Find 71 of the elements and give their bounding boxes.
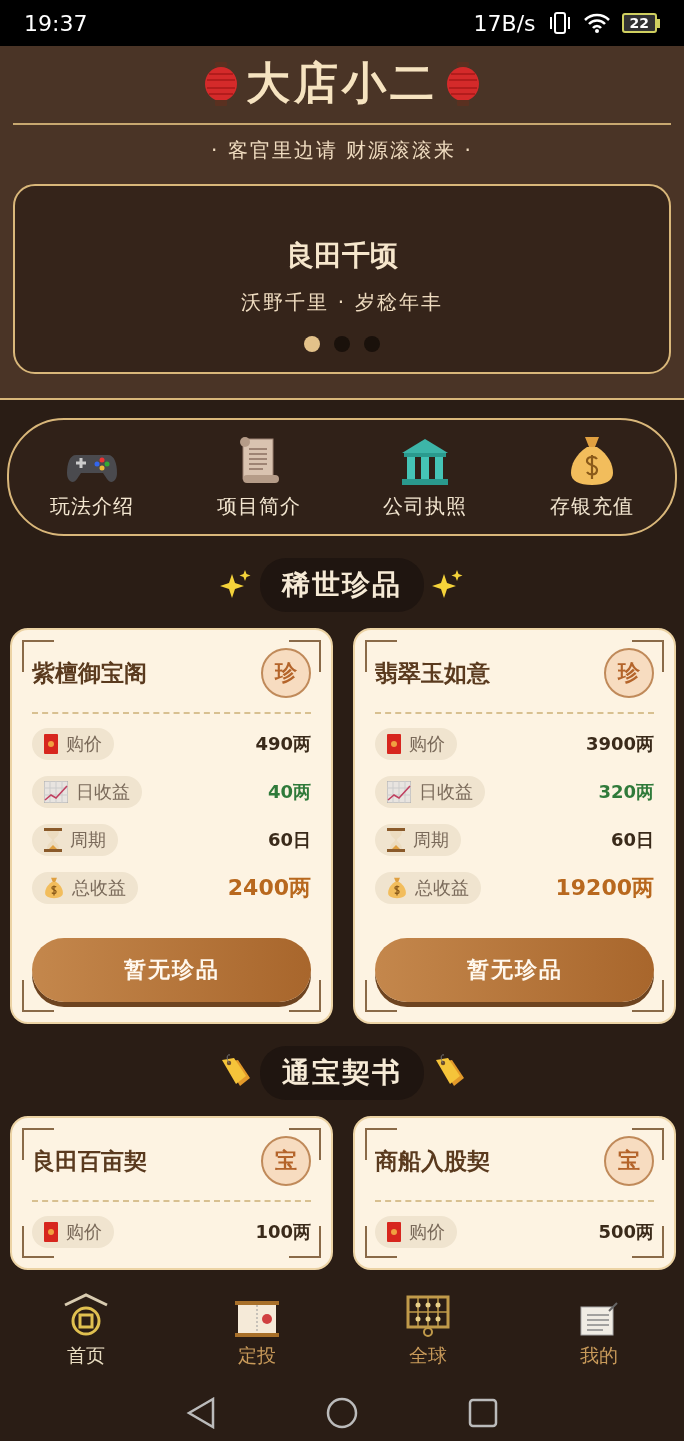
envelope-icon bbox=[387, 1222, 401, 1242]
battery-level: 22 bbox=[621, 13, 657, 33]
home-icon[interactable] bbox=[326, 1397, 358, 1429]
back-icon[interactable] bbox=[186, 1397, 216, 1429]
hourglass-icon bbox=[44, 828, 62, 852]
banner-title: 良田千顷 bbox=[286, 237, 398, 274]
label-text: 日收益 bbox=[419, 780, 473, 804]
product-badge: 宝 bbox=[261, 1136, 311, 1186]
product-name: 良田百亩契 bbox=[32, 1146, 147, 1176]
product-name: 商船入股契 bbox=[375, 1146, 490, 1176]
note-icon bbox=[578, 1301, 619, 1337]
abacus-icon bbox=[405, 1295, 450, 1337]
label-text: 购价 bbox=[66, 732, 102, 756]
stat-value: 100两 bbox=[255, 1220, 311, 1244]
envelope-icon bbox=[44, 734, 58, 754]
vibrate-icon bbox=[547, 12, 572, 34]
product-badge: 珍 bbox=[604, 648, 654, 698]
section-title: 稀世珍品 bbox=[260, 558, 424, 612]
app-title: 大店小二 bbox=[246, 56, 438, 110]
stat-value: 320两 bbox=[598, 780, 654, 804]
hourglass-icon bbox=[387, 828, 405, 852]
carousel-dot[interactable] bbox=[364, 335, 380, 352]
lantern-icon bbox=[446, 61, 480, 106]
stat-value: 60日 bbox=[267, 828, 311, 852]
stat-value: 3900两 bbox=[585, 732, 654, 756]
label-text: 周期 bbox=[70, 828, 106, 852]
product-badge: 珍 bbox=[261, 648, 311, 698]
carousel-dot[interactable] bbox=[304, 335, 320, 352]
clock-time: 19:37 bbox=[24, 10, 88, 36]
label-text: 总收益 bbox=[415, 876, 469, 900]
menu-link[interactable]: 项目简介 bbox=[216, 492, 301, 520]
stat-value: 490两 bbox=[255, 732, 311, 756]
lantern-icon bbox=[204, 61, 238, 106]
stat-value: 40两 bbox=[267, 780, 311, 804]
home-coin-icon bbox=[62, 1293, 109, 1337]
label-text: 日收益 bbox=[76, 780, 130, 804]
nav-tab[interactable]: 全球 bbox=[408, 1343, 447, 1369]
product-name: 翡翠玉如意 bbox=[375, 658, 490, 688]
money-bag-icon bbox=[387, 877, 407, 899]
nav-tab[interactable]: 首页 bbox=[66, 1343, 105, 1369]
product-badge: 宝 bbox=[604, 1136, 654, 1186]
nav-tab[interactable]: 我的 bbox=[579, 1343, 618, 1369]
label-text: 购价 bbox=[409, 732, 445, 756]
scroll-icon bbox=[234, 1301, 279, 1337]
network-speed: 17B/s bbox=[473, 10, 536, 36]
nav-tab[interactable]: 定投 bbox=[237, 1343, 276, 1369]
stat-value: 19200两 bbox=[555, 874, 654, 902]
label-text: 购价 bbox=[66, 1220, 102, 1244]
banner-subtitle: 沃野千里 · 岁稔年丰 bbox=[241, 288, 443, 316]
stat-value: 2400两 bbox=[227, 874, 311, 902]
menu-link[interactable]: 玩法介绍 bbox=[50, 492, 135, 520]
recents-icon[interactable] bbox=[468, 1398, 498, 1428]
chart-icon bbox=[44, 781, 68, 803]
banner-card[interactable]: 良田千顷 沃野千里 · 岁稔年丰 bbox=[13, 184, 671, 374]
menu-link[interactable]: 存银充值 bbox=[549, 492, 634, 520]
envelope-icon bbox=[387, 734, 401, 754]
slogan: · 客官里边请 财源滚滚来 · bbox=[210, 137, 474, 164]
label-text: 总收益 bbox=[72, 876, 126, 900]
product-name: 紫檀御宝阁 bbox=[32, 658, 147, 688]
money-bag-icon bbox=[568, 434, 615, 487]
section-title: 通宝契书 bbox=[260, 1046, 424, 1100]
label-text: 周期 bbox=[413, 828, 449, 852]
chart-icon bbox=[387, 781, 411, 803]
label-text: 购价 bbox=[409, 1220, 445, 1244]
stat-value: 500两 bbox=[598, 1220, 654, 1244]
envelope-icon bbox=[44, 1222, 58, 1242]
stat-value: 60日 bbox=[610, 828, 654, 852]
carousel-dot[interactable] bbox=[334, 335, 350, 352]
money-bag-icon bbox=[44, 877, 64, 899]
wifi-icon bbox=[583, 13, 610, 33]
menu-link[interactable]: 公司执照 bbox=[383, 492, 468, 520]
